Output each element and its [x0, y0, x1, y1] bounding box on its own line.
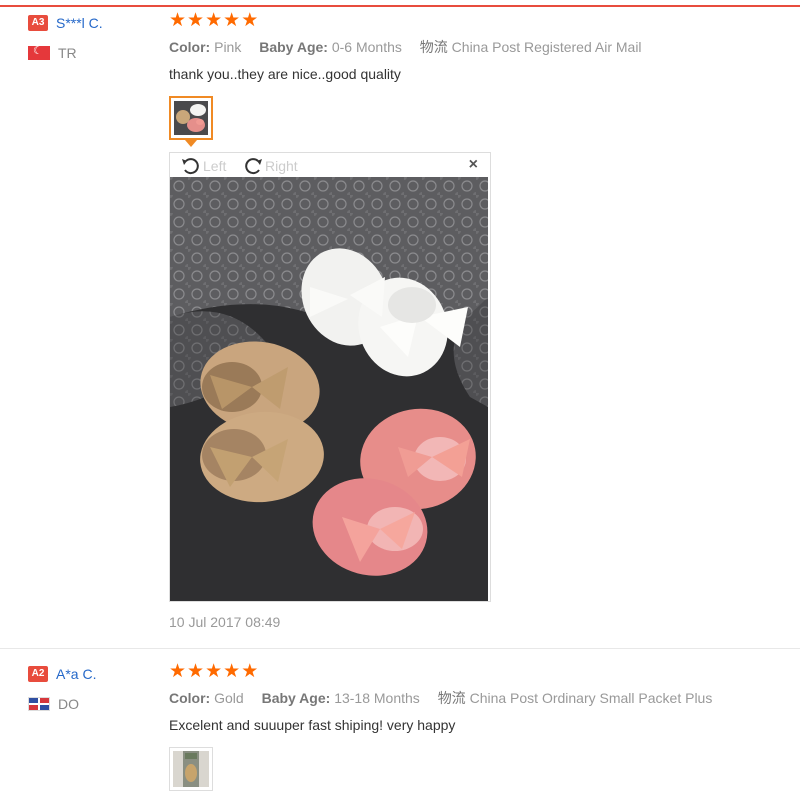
star-icon: ★ [187, 660, 205, 682]
attr-shipping-value: China Post Ordinary Small Packet Plus [469, 690, 713, 706]
star-rating: ★ ★ ★ ★ ★ [169, 659, 789, 683]
attr-age-label: Baby Age: [261, 690, 331, 706]
photo-viewer-toolbar: Left Right × [170, 153, 490, 177]
product-attributes: Color: Pink Baby Age: 0-6 Months 物流 Chin… [169, 36, 789, 58]
rotate-right-label: Right [265, 158, 298, 174]
review-content: ★ ★ ★ ★ ★ Color: Gold Baby Age: 13-18 Mo… [169, 659, 789, 791]
rotate-left-icon [182, 158, 199, 175]
review-photo-thumbnail[interactable] [169, 747, 213, 791]
review-date: 10 Jul 2017 08:49 [169, 614, 281, 630]
buyer-level-badge: A2 [28, 666, 48, 682]
review-text: thank you..they are nice..good quality [169, 66, 401, 82]
review-content: ★ ★ ★ ★ ★ Color: Pink Baby Age: 0-6 Mont… [169, 8, 789, 630]
photo-viewer: Left Right × [169, 152, 491, 602]
thumbnail-pointer-caret [185, 140, 197, 147]
photo-thumbnail-image [173, 751, 209, 787]
attr-shipping-label: 物流 [419, 39, 448, 55]
star-icon: ★ [169, 660, 187, 682]
review-item: A2 A*a C. DO ★ ★ ★ ★ ★ Color: Gold Baby … [0, 659, 800, 800]
rotate-left-label: Left [203, 158, 227, 174]
reviewer-info: A3 S***l C. TR [28, 12, 158, 64]
country-code: DO [58, 696, 79, 712]
attr-shipping-label: 物流 [437, 690, 466, 706]
dominican-republic-flag-icon [28, 697, 50, 711]
star-icon: ★ [241, 660, 259, 682]
review-text: Excelent and suuuper fast shiping! very … [169, 717, 456, 733]
star-icon: ★ [205, 660, 223, 682]
star-icon: ★ [205, 9, 223, 31]
star-icon: ★ [241, 9, 259, 31]
rotate-left-button[interactable]: Left [180, 156, 226, 176]
star-icon: ★ [169, 9, 187, 31]
close-viewer-button[interactable]: × [469, 156, 478, 174]
top-accent-bar [0, 0, 800, 7]
attr-color-label: Color: [169, 690, 211, 706]
country-code: TR [58, 45, 77, 61]
review-item: A3 S***l C. TR ★ ★ ★ ★ ★ Color: Pink Bab… [0, 8, 800, 649]
review-photo-thumbnail[interactable] [169, 96, 213, 147]
attr-age-label: Baby Age: [259, 39, 328, 55]
attr-shipping-value: China Post Registered Air Mail [451, 39, 642, 55]
reviewer-name[interactable]: A*a C. [56, 666, 96, 682]
reviewer-info: A2 A*a C. DO [28, 663, 158, 715]
star-icon: ★ [187, 9, 205, 31]
buyer-level-badge: A3 [28, 15, 48, 31]
attr-color-label: Color: [169, 39, 211, 55]
rotate-right-button[interactable]: Right [242, 156, 298, 176]
attr-age-value: 0-6 Months [331, 39, 402, 55]
product-attributes: Color: Gold Baby Age: 13-18 Months 物流 Ch… [169, 687, 789, 709]
review-photo-large [170, 177, 488, 601]
rotate-right-icon [245, 158, 262, 175]
attr-age-value: 13-18 Months [334, 690, 420, 706]
star-icon: ★ [223, 9, 241, 31]
attr-color-value: Gold [214, 690, 244, 706]
reviewer-name[interactable]: S***l C. [56, 15, 103, 31]
star-rating: ★ ★ ★ ★ ★ [169, 8, 789, 32]
turkey-flag-icon [28, 46, 50, 60]
attr-color-value: Pink [214, 39, 242, 55]
photo-thumbnail-image [174, 101, 208, 135]
star-icon: ★ [223, 660, 241, 682]
